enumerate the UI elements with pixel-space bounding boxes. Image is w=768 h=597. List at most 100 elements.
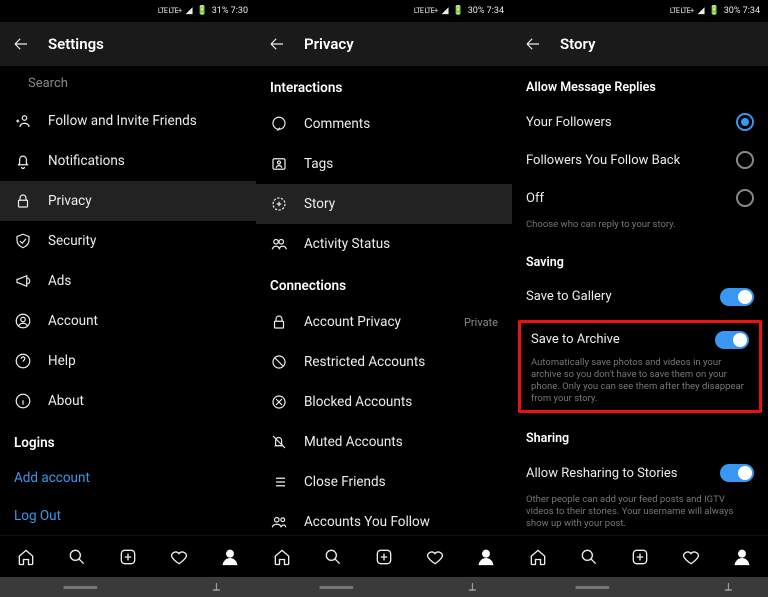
item-follow-invite[interactable]: Follow and Invite Friends — [0, 101, 256, 141]
home-icon[interactable] — [16, 547, 36, 567]
item-story[interactable]: Story — [256, 184, 512, 224]
log-out-link[interactable]: Log Out — [0, 497, 256, 535]
replies-header: Allow Message Replies — [512, 66, 768, 103]
item-security[interactable]: Security — [0, 221, 256, 261]
back-icon[interactable] — [524, 35, 542, 53]
saving-header: Saving — [512, 241, 768, 278]
reply-followers-back[interactable]: Followers You Follow Back — [512, 141, 768, 179]
story-panel: LTE LTE+◢🔋30% 7:34 Story Allow Message R… — [512, 0, 768, 597]
item-tags[interactable]: Tags — [256, 144, 512, 184]
bottom-nav — [256, 535, 512, 577]
search-tab-icon[interactable] — [67, 547, 87, 567]
heart-icon[interactable] — [169, 547, 189, 567]
search-tab-icon[interactable] — [323, 547, 343, 567]
page-title: Privacy — [304, 35, 354, 53]
bell-icon — [14, 152, 32, 170]
settings-panel: LTE LTE+ ◢ 🔋 31% 7:30 Settings Search Fo… — [0, 0, 256, 597]
person-plus-icon — [14, 112, 32, 130]
add-icon[interactable] — [374, 547, 394, 567]
back-icon[interactable] — [12, 35, 30, 53]
item-ads[interactable]: Ads — [0, 261, 256, 301]
item-restricted[interactable]: Restricted Accounts — [256, 342, 512, 382]
sharing-header: Sharing — [512, 417, 768, 454]
radio-icon — [736, 189, 754, 207]
home-icon[interactable] — [528, 547, 548, 567]
accessibility-icon[interactable]: ⟂ — [725, 580, 732, 594]
list-icon — [270, 473, 288, 491]
profile-icon[interactable] — [220, 547, 240, 567]
item-privacy[interactable]: Privacy — [0, 181, 256, 221]
heart-icon[interactable] — [425, 547, 445, 567]
megaphone-icon — [14, 272, 32, 290]
item-account-privacy[interactable]: Account Privacy Private — [256, 302, 512, 342]
header: Story — [512, 22, 768, 66]
reply-off[interactable]: Off — [512, 179, 768, 217]
status-bar: LTE LTE+◢🔋30% 7:34 — [512, 0, 768, 22]
item-accounts-follow[interactable]: Accounts You Follow — [256, 502, 512, 535]
item-muted[interactable]: Muted Accounts — [256, 422, 512, 462]
heart-icon[interactable] — [681, 547, 701, 567]
add-icon[interactable] — [630, 547, 650, 567]
info-icon — [14, 392, 32, 410]
muted-icon — [270, 433, 288, 451]
reply-help: Choose who can reply to your story. — [512, 217, 768, 241]
system-bar: ⟂ — [0, 577, 256, 597]
toggle-icon — [715, 331, 749, 349]
header: Privacy — [256, 22, 512, 66]
page-title: Story — [560, 35, 595, 53]
toggle-icon — [720, 288, 754, 306]
lock-icon — [270, 313, 288, 331]
status-bar: LTE LTE+ ◢ 🔋 31% 7:30 — [0, 0, 256, 22]
radio-icon — [736, 113, 754, 131]
lock-icon — [14, 192, 32, 210]
interactions-header: Interactions — [256, 66, 512, 104]
item-about[interactable]: About — [0, 381, 256, 421]
accessibility-icon[interactable]: ⟂ — [213, 580, 220, 594]
logins-header: Logins — [0, 421, 256, 459]
system-bar: ⟂ — [512, 577, 768, 597]
reshare-help: Other people can add your feed posts and… — [512, 492, 768, 535]
reply-your-followers[interactable]: Your Followers — [512, 103, 768, 141]
item-activity-status[interactable]: Activity Status — [256, 224, 512, 264]
search-tab-icon[interactable] — [579, 547, 599, 567]
profile-icon[interactable] — [476, 547, 496, 567]
add-account-link[interactable]: Add account — [0, 459, 256, 497]
tags-icon — [270, 155, 288, 173]
allow-reshare-toggle[interactable]: Allow Resharing to Stories — [512, 454, 768, 492]
back-icon[interactable] — [268, 35, 286, 53]
shield-icon — [14, 232, 32, 250]
comment-icon — [270, 115, 288, 133]
accessibility-icon[interactable]: ⟂ — [469, 580, 476, 594]
person-circle-icon — [14, 312, 32, 330]
system-bar: ⟂ — [256, 577, 512, 597]
bottom-nav — [512, 535, 768, 577]
people-icon — [270, 513, 288, 531]
archive-help: Automatically save photos and videos in … — [521, 357, 759, 411]
item-close-friends[interactable]: Close Friends — [256, 462, 512, 502]
profile-icon[interactable] — [732, 547, 752, 567]
privacy-panel: LTE LTE+◢🔋30% 7:34 Privacy Interactions … — [256, 0, 512, 597]
add-icon[interactable] — [118, 547, 138, 567]
item-blocked[interactable]: Blocked Accounts — [256, 382, 512, 422]
item-comments[interactable]: Comments — [256, 104, 512, 144]
header: Settings — [0, 22, 256, 66]
page-title: Settings — [48, 35, 104, 53]
story-icon — [270, 195, 288, 213]
activity-icon — [270, 235, 288, 253]
item-account[interactable]: Account — [0, 301, 256, 341]
blocked-icon — [270, 393, 288, 411]
restricted-icon — [270, 353, 288, 371]
radio-icon — [736, 151, 754, 169]
save-gallery-toggle[interactable]: Save to Gallery — [512, 278, 768, 316]
home-icon[interactable] — [272, 547, 292, 567]
item-help[interactable]: Help — [0, 341, 256, 381]
highlight-box: Save to Archive Automatically save photo… — [518, 320, 762, 414]
save-archive-toggle[interactable]: Save to Archive — [521, 323, 759, 357]
bottom-nav — [0, 535, 256, 577]
item-notifications[interactable]: Notifications — [0, 141, 256, 181]
status-bar: LTE LTE+◢🔋30% 7:34 — [256, 0, 512, 22]
toggle-icon — [720, 464, 754, 482]
connections-header: Connections — [256, 264, 512, 302]
help-icon — [14, 352, 32, 370]
search-input[interactable]: Search — [0, 66, 256, 101]
